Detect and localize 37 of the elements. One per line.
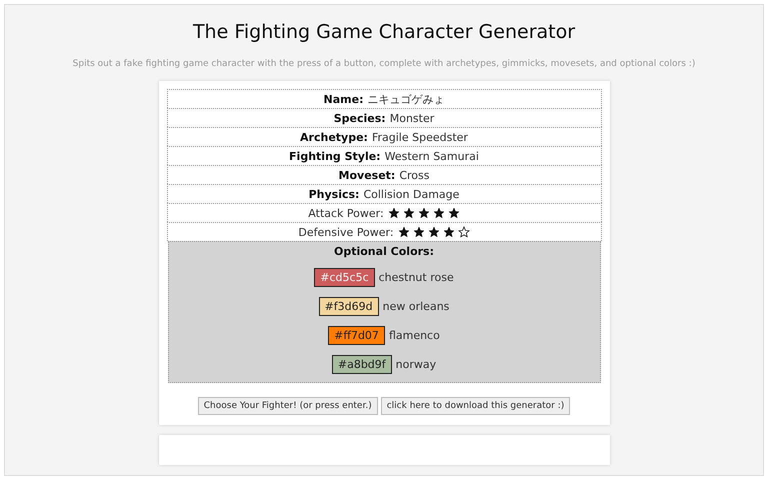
filled-star-icon xyxy=(432,207,445,219)
download-button[interactable]: click here to download this generator :) xyxy=(380,397,570,415)
color-name: flamenco xyxy=(388,329,440,342)
filled-star-icon xyxy=(402,207,415,219)
filled-star-icon xyxy=(418,207,430,219)
color-swatch: #cd5c5c xyxy=(314,268,375,287)
field-value: Monster xyxy=(390,112,434,124)
color-swatch: #ff7d07 xyxy=(328,326,385,345)
filled-star-icon xyxy=(412,226,425,238)
page-title: The Fighting Game Character Generator xyxy=(192,21,576,43)
color-name: chestnut rose xyxy=(378,271,454,284)
color-name: norway xyxy=(396,358,436,371)
field-label: Moveset: xyxy=(338,168,396,182)
field-value: ニキュゴゲみょ xyxy=(367,92,444,106)
generate-button[interactable]: Choose Your Fighter! (or press enter.) xyxy=(198,397,378,415)
filled-star-icon xyxy=(428,226,440,238)
field-value: Fragile Speedster xyxy=(372,130,468,144)
outline-star-icon xyxy=(458,226,470,238)
color-name: new orleans xyxy=(382,300,450,313)
filled-star-icon xyxy=(398,226,410,238)
color-swatch: #f3d69d xyxy=(318,297,379,316)
field-label: Physics: xyxy=(308,188,360,200)
filled-star-icon xyxy=(448,207,460,219)
colors-heading: Optional Colors: xyxy=(334,245,434,258)
filled-star-icon xyxy=(388,207,400,219)
field-label: Name: xyxy=(324,92,364,106)
rating-label: Attack Power: xyxy=(308,206,384,220)
field-value: Cross xyxy=(399,168,430,182)
field-value: Western Samurai xyxy=(384,150,479,162)
color-swatch: #a8bd9f xyxy=(332,355,392,374)
field-label: Species: xyxy=(334,112,386,124)
field-label: Archetype: xyxy=(300,130,368,144)
page-subtitle: Spits out a fake fighting game character with the press of a button, complete with archetypes, gimmicks, movesets, and optional colors :) xyxy=(72,59,696,69)
filled-star-icon xyxy=(442,226,455,238)
field-label: Fighting Style: xyxy=(289,150,381,162)
rating-label: Defensive Power: xyxy=(298,226,394,238)
field-value: Collision Damage xyxy=(363,188,460,200)
